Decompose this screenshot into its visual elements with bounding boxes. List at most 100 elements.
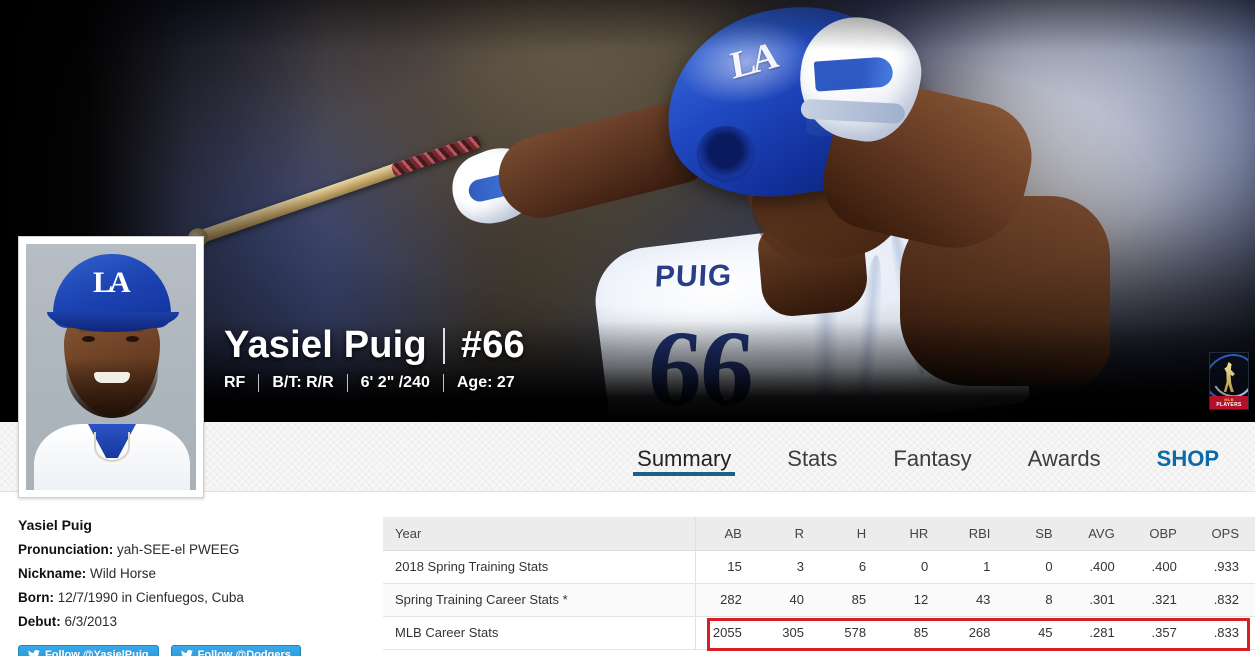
cell-avg: .281: [1068, 616, 1131, 650]
twitter-bird-icon: [181, 650, 193, 656]
cell-obp: .400: [1130, 550, 1193, 584]
cell-r: 40: [757, 583, 820, 617]
player-headshot-card: LA: [18, 236, 204, 498]
hero-meta-row: RF B/T: R/R 6' 2" /240 Age: 27: [224, 373, 525, 392]
bio-debut: Debut: 6/3/2013: [18, 614, 373, 630]
headshot-cap: LA: [47, 254, 179, 332]
cell-ab: 2055: [695, 616, 758, 650]
cell-r: 3: [757, 550, 820, 584]
meta-divider: [442, 373, 444, 392]
stats-table-head: Year AB R H HR RBI SB AVG OBP OPS: [383, 517, 1255, 551]
meta-divider: [258, 373, 260, 392]
cell-rbi: 268: [944, 616, 1007, 650]
cell-ops: .833: [1192, 616, 1255, 650]
cell-ops: .933: [1192, 550, 1255, 584]
profile-tab-list: Summary Stats Fantasy Awards SHOP: [589, 422, 1255, 492]
player-profile-page: PUIG 66 LA Yasiel Puig: [0, 0, 1255, 656]
cell-rbi: 43: [944, 583, 1007, 617]
cell-hr: 12: [882, 583, 945, 617]
hero-height-weight: 6' 2" /240: [360, 373, 430, 391]
cell-avg: .301: [1068, 583, 1131, 617]
table-row: Spring Training Career Stats * 282 40 85…: [383, 583, 1255, 617]
bio-born: Born: 12/7/1990 in Cienfuegos, Cuba: [18, 590, 373, 606]
cap-la-logo: LA: [93, 266, 131, 299]
cell-h: 85: [819, 583, 883, 617]
bio-born-label: Born:: [18, 590, 54, 606]
mlb-players-choice-badge[interactable]: MLB PLAYERS: [1209, 352, 1249, 410]
column-header-hr[interactable]: HR: [882, 517, 945, 551]
badge-label: MLB PLAYERS: [1210, 395, 1248, 409]
headshot-necklace: [94, 432, 130, 462]
career-stats-table: Year AB R H HR RBI SB AVG OBP OPS 2018 S…: [383, 517, 1255, 650]
stats-table-body: 2018 Spring Training Stats 15 3 6 0 1 0 …: [383, 550, 1255, 650]
cell-rbi: 1: [944, 550, 1007, 584]
name-number-divider: [442, 327, 445, 364]
page-title: Yasiel Puig: [224, 324, 427, 366]
cell-obp: .321: [1130, 583, 1193, 617]
cell-r: 305: [757, 616, 820, 650]
bio-pronunciation: Pronunciation: yah-SEE-el PWEEG: [18, 542, 373, 558]
tab-fantasy[interactable]: Fantasy: [865, 422, 999, 472]
follow-team-button[interactable]: Follow @Dodgers: [170, 645, 301, 656]
hero-name-row: Yasiel Puig #66: [224, 324, 525, 366]
follow-player-button[interactable]: Follow @YasielPuig: [18, 645, 159, 656]
bio-debut-value: 6/3/2013: [64, 614, 118, 630]
hero-bats-throws: B/T: R/R: [272, 373, 334, 391]
column-header-ab[interactable]: AB: [695, 517, 758, 551]
table-header-row: Year AB R H HR RBI SB AVG OBP OPS: [383, 517, 1255, 551]
hero-jersey-number: #66: [460, 324, 525, 366]
meta-divider: [346, 373, 348, 392]
badge-main-label: PLAYERS: [1216, 401, 1242, 408]
row-label: 2018 Spring Training Stats: [383, 550, 697, 584]
headshot-smile: [94, 372, 130, 383]
table-row: MLB Career Stats 2055 305 578 85 268 45 …: [383, 616, 1255, 650]
avatar: LA: [26, 244, 196, 490]
hero-identity-block: Yasiel Puig #66 RF B/T: R/R 6' 2" /240 A…: [224, 324, 525, 392]
cell-sb: 8: [1006, 583, 1069, 617]
cell-ab: 282: [695, 583, 758, 617]
column-header-r[interactable]: R: [757, 517, 820, 551]
headshot-eye-left: [82, 336, 95, 342]
hero-age: Age: 27: [456, 373, 515, 391]
player-bio-panel: Yasiel Puig Pronunciation: yah-SEE-el PW…: [18, 517, 373, 639]
headshot-eye-right: [126, 336, 139, 342]
bio-born-value: 12/7/1990 in Cienfuegos, Cuba: [57, 590, 244, 606]
column-header-rbi[interactable]: RBI: [944, 517, 1007, 551]
column-header-h[interactable]: H: [819, 517, 883, 551]
twitter-bird-icon: [28, 650, 40, 656]
headshot-beard: [66, 358, 158, 418]
column-header-obp[interactable]: OBP: [1130, 517, 1193, 551]
cell-hr: 85: [882, 616, 945, 650]
cell-h: 578: [819, 616, 883, 650]
column-header-year[interactable]: Year: [383, 517, 697, 551]
bio-debut-label: Debut:: [18, 614, 61, 630]
tab-awards[interactable]: Awards: [1000, 422, 1129, 472]
bio-player-name: Yasiel Puig: [18, 517, 92, 533]
table-row: 2018 Spring Training Stats 15 3 6 0 1 0 …: [383, 550, 1255, 584]
follow-team-label: Follow @Dodgers: [197, 649, 291, 656]
row-label: Spring Training Career Stats *: [383, 583, 697, 617]
column-header-avg[interactable]: AVG: [1068, 517, 1131, 551]
bio-nickname-value: Wild Horse: [90, 565, 157, 581]
headshot-jersey: [34, 424, 190, 490]
column-header-sb[interactable]: SB: [1006, 517, 1069, 551]
cell-hr: 0: [882, 550, 945, 584]
bio-nickname-label: Nickname:: [18, 565, 87, 581]
tab-summary[interactable]: Summary: [609, 422, 759, 476]
row-label: MLB Career Stats: [383, 616, 697, 650]
cell-ab: 15: [695, 550, 758, 584]
cell-sb: 45: [1006, 616, 1069, 650]
twitter-follow-row: Follow @YasielPuig Follow @Dodgers: [18, 645, 301, 656]
cell-obp: .357: [1130, 616, 1193, 650]
bio-nickname: Nickname: Wild Horse: [18, 566, 373, 582]
column-header-ops[interactable]: OPS: [1192, 517, 1255, 551]
tab-shop[interactable]: SHOP: [1129, 422, 1255, 472]
cell-avg: .400: [1068, 550, 1131, 584]
tab-stats[interactable]: Stats: [759, 422, 865, 472]
bio-pronunciation-value: yah-SEE-el PWEEG: [117, 541, 240, 557]
cell-ops: .832: [1192, 583, 1255, 617]
bio-pronunciation-label: Pronunciation:: [18, 541, 114, 557]
cell-sb: 0: [1006, 550, 1069, 584]
hero-position: RF: [224, 373, 246, 391]
follow-player-label: Follow @YasielPuig: [45, 649, 149, 656]
